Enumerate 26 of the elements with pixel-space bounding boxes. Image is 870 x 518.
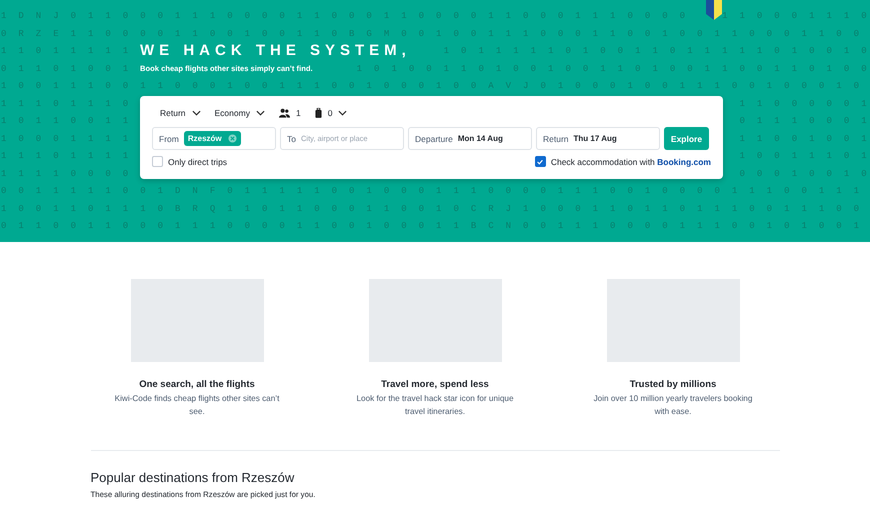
departure-date-field[interactable]: Departure Mon 14 Aug <box>408 127 532 150</box>
flag-ribbon-icon <box>706 0 722 20</box>
bag-icon <box>314 108 322 118</box>
section-title: Popular destinations from Rzeszów <box>90 470 296 485</box>
passengers-icon <box>278 108 290 118</box>
passengers-dropdown[interactable]: 1 <box>278 108 301 118</box>
origin-field[interactable]: From Rzeszów <box>152 127 276 150</box>
caret-icon <box>338 110 348 116</box>
trip-type-dropdown[interactable]: Return <box>160 108 201 118</box>
option-label: Only direct trips <box>168 156 228 166</box>
hero-title: WE HACK THE SYSTEM, <box>140 42 411 60</box>
cabin-class-dropdown[interactable]: Economy <box>214 108 265 118</box>
option-label: Check accommodation with Booking.com <box>550 156 711 166</box>
caret-icon <box>256 110 265 116</box>
feature-title: One search, all the flights <box>139 379 255 390</box>
clear-icon[interactable] <box>228 134 237 143</box>
feature-title: Travel more, spend less <box>381 379 489 390</box>
feature-description: Join over 10 million yearly travelers booking with ease. <box>592 393 754 418</box>
booking-link[interactable]: Booking.com <box>657 156 711 166</box>
caret-icon <box>192 110 201 116</box>
bags-dropdown[interactable]: 0 <box>314 108 348 118</box>
checkbox[interactable] <box>534 156 546 167</box>
feature-title: Trusted by millions <box>630 379 716 390</box>
feature-description: Kiwi-Code finds cheap flights other sites can’t see. <box>114 393 280 418</box>
return-date-field[interactable]: Return Thu 17 Aug <box>536 127 660 150</box>
feature-description: Look for the travel hack star icon for unique travel itineraries. <box>355 393 514 418</box>
